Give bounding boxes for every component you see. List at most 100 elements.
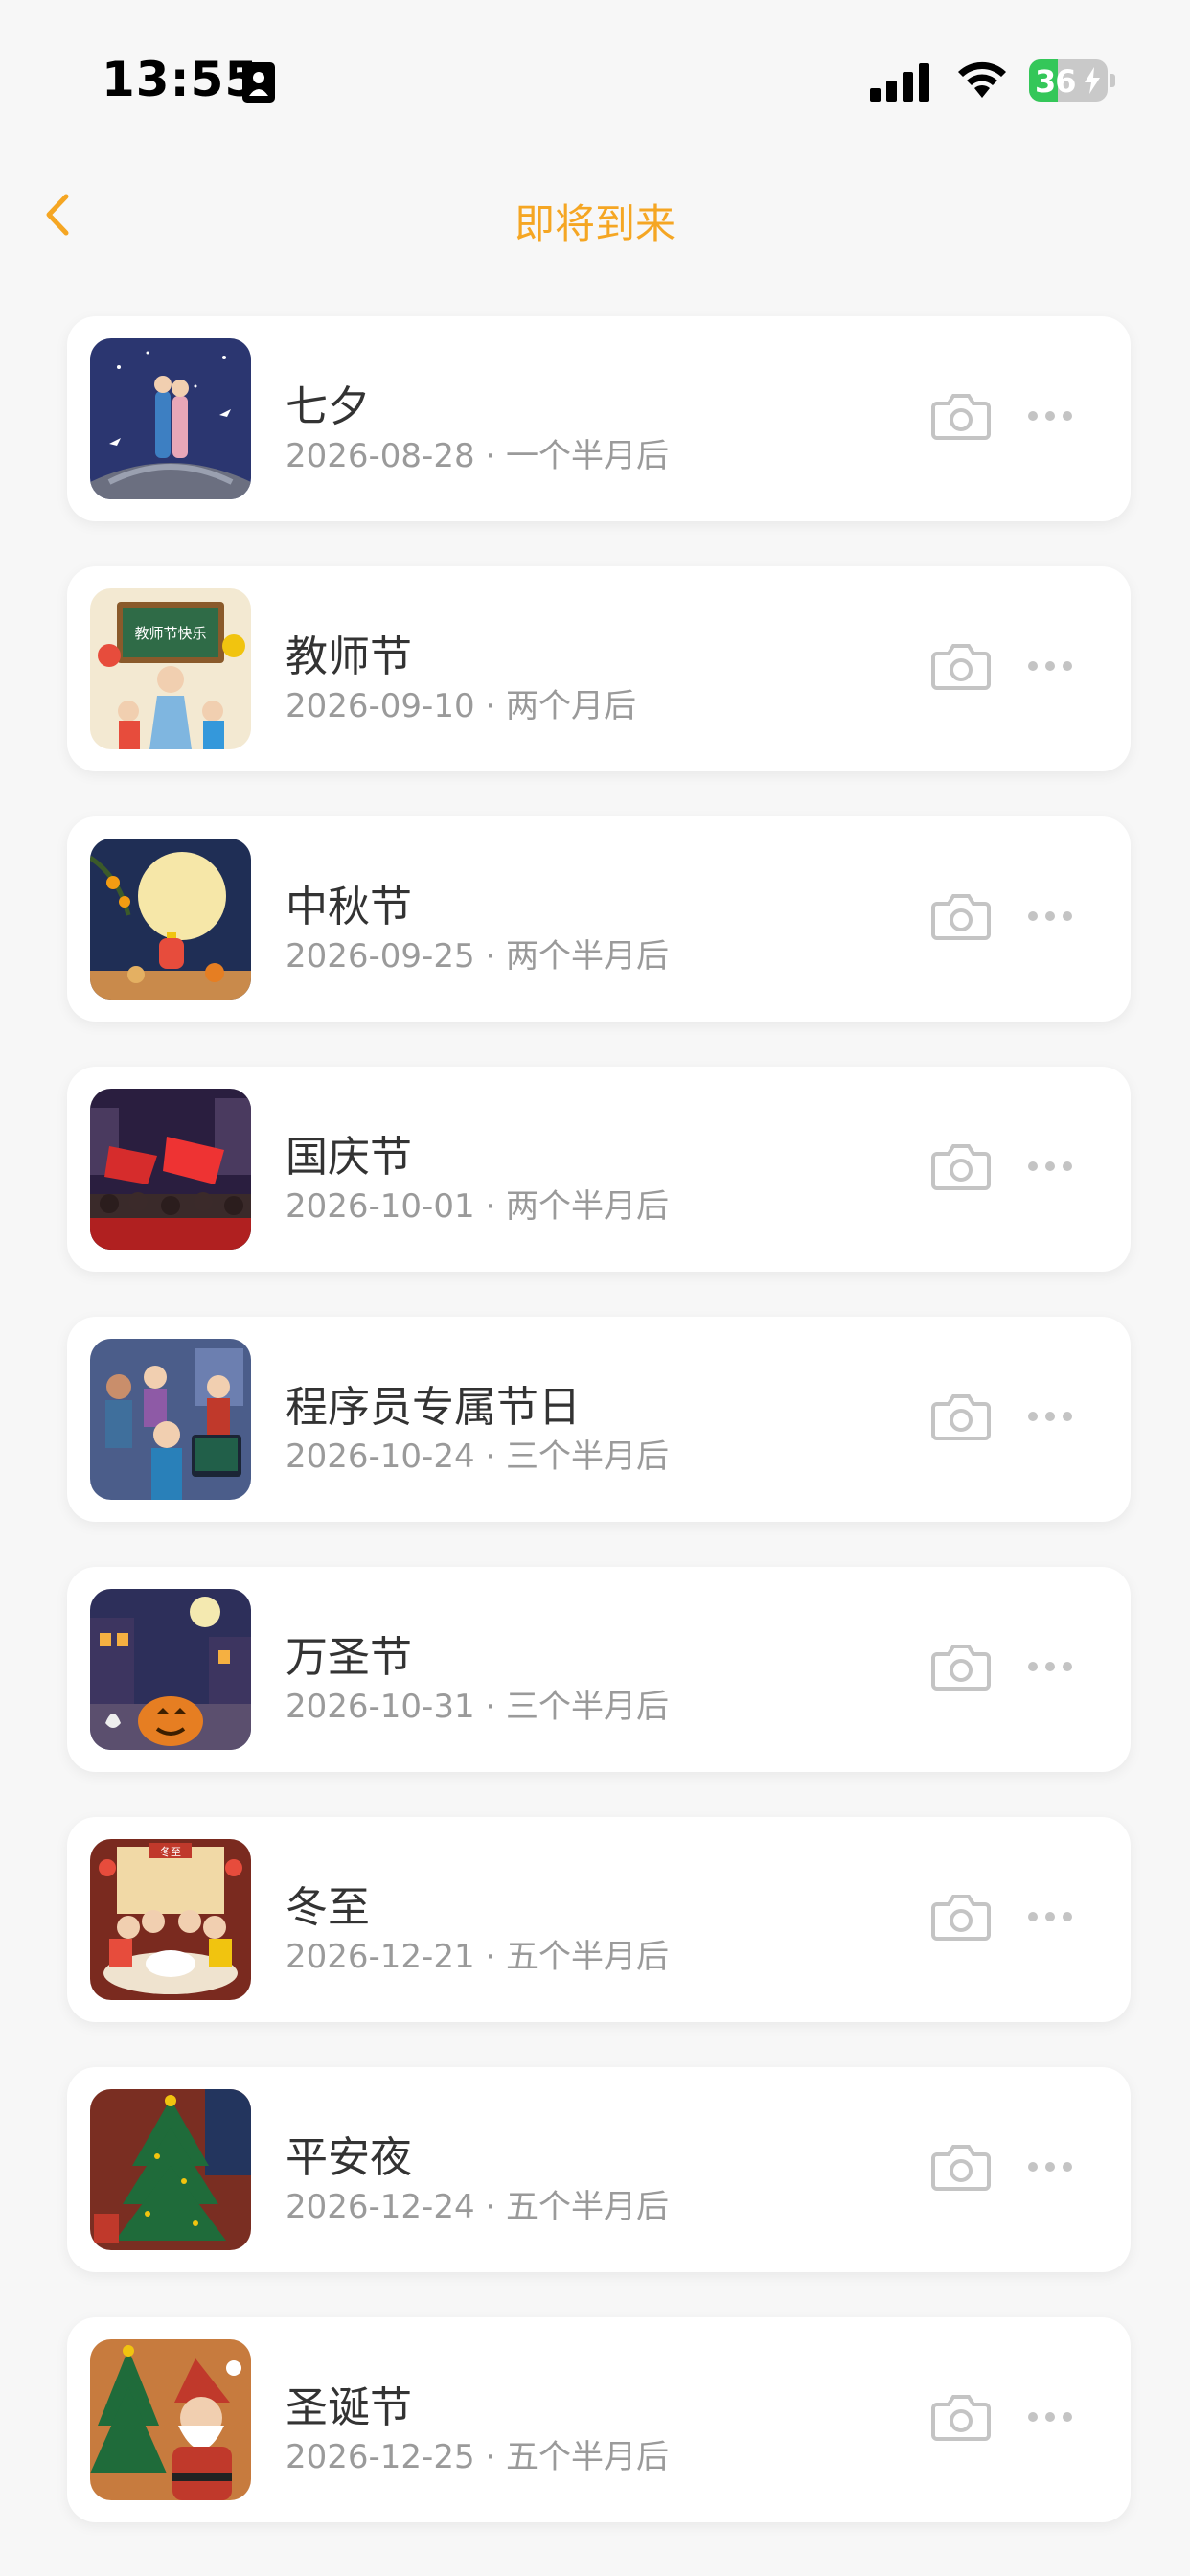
event-name: 国庆节 [286, 1133, 412, 1182]
more-button[interactable] [1023, 1894, 1077, 1940]
event-date: 2026-08-28 [286, 437, 475, 475]
camera-button[interactable] [929, 1388, 993, 1445]
event-subtitle: 2026-08-28 · 一个半月后 [286, 437, 670, 475]
more-button[interactable] [1023, 893, 1077, 939]
event-name: 万圣节 [286, 1633, 412, 1682]
event-relative-time: 两个半月后 [506, 937, 670, 976]
event-relative-time: 三个半月后 [506, 1438, 670, 1476]
camera-button[interactable] [929, 1638, 993, 1695]
camera-icon [931, 2395, 991, 2441]
camera-icon [931, 1144, 991, 1190]
status-time: 13:55 [102, 52, 260, 107]
more-dots-icon [1028, 2412, 1072, 2422]
more-dots-icon [1028, 1412, 1072, 1421]
event-card[interactable]: 国庆节 2026-10-01 · 两个半月后 [67, 1067, 1131, 1272]
event-subtitle: 2026-09-25 · 两个半月后 [286, 937, 670, 976]
event-card[interactable]: 七夕 2026-08-28 · 一个半月后 [67, 316, 1131, 521]
event-date: 2026-10-24 [286, 1438, 475, 1476]
event-card[interactable]: 冬至 冬至 2026-12-21 · 五个半月后 [67, 1817, 1131, 2022]
more-button[interactable] [1023, 2144, 1077, 2190]
event-relative-time: 两个半月后 [506, 1187, 670, 1226]
event-subtitle: 2026-12-24 · 五个半月后 [286, 2188, 670, 2226]
more-dots-icon [1028, 2162, 1072, 2172]
event-card[interactable]: 万圣节 2026-10-31 · 三个半月后 [67, 1567, 1131, 1772]
event-relative-time: 五个半月后 [506, 2438, 670, 2476]
event-relative-time: 五个半月后 [506, 1938, 670, 1976]
event-name: 冬至 [286, 1883, 370, 1932]
event-relative-time: 三个半月后 [506, 1688, 670, 1726]
event-card[interactable]: 圣诞节 2026-12-25 · 五个半月后 [67, 2317, 1131, 2522]
camera-icon [931, 2145, 991, 2191]
camera-button[interactable] [929, 637, 993, 695]
event-subtitle: 2026-10-31 · 三个半月后 [286, 1688, 670, 1726]
event-thumbnail: 教师节快乐 [90, 588, 251, 749]
programmers-day-illustration [90, 1339, 251, 1500]
camera-button[interactable] [929, 1888, 993, 1945]
event-thumbnail [90, 338, 251, 499]
event-date: 2026-12-25 [286, 2438, 475, 2476]
winter-solstice-dumplings-illustration: 冬至 [90, 1839, 251, 2000]
event-list: 七夕 2026-08-28 · 一个半月后 教师节快乐 教师节 2026-09-… [67, 316, 1131, 2567]
more-dots-icon [1028, 411, 1072, 421]
event-card[interactable]: 程序员专属节日 2026-10-24 · 三个半月后 [67, 1317, 1131, 1522]
event-name: 中秋节 [286, 883, 412, 932]
event-name: 程序员专属节日 [286, 1383, 581, 1432]
more-button[interactable] [1023, 2394, 1077, 2440]
event-subtitle: 2026-10-24 · 三个半月后 [286, 1438, 670, 1476]
event-subtitle: 2026-09-10 · 两个月后 [286, 687, 637, 725]
more-dots-icon [1028, 911, 1072, 921]
event-relative-time: 一个半月后 [506, 437, 670, 475]
event-subtitle: 2026-10-01 · 两个半月后 [286, 1187, 670, 1226]
event-thumbnail [90, 1589, 251, 1750]
event-date: 2026-12-24 [286, 2188, 475, 2226]
event-thumbnail [90, 1339, 251, 1500]
battery-level: 36 [1035, 63, 1077, 100]
christmas-santa-illustration [90, 2339, 251, 2500]
event-subtitle: 2026-12-21 · 五个半月后 [286, 1938, 670, 1976]
teachers-day-board-text: 教师节快乐 [134, 625, 206, 642]
event-card[interactable]: 教师节快乐 教师节 2026-09-10 · 两个月后 [67, 566, 1131, 771]
more-button[interactable] [1023, 1143, 1077, 1189]
more-button[interactable] [1023, 1644, 1077, 1690]
event-relative-time: 两个月后 [506, 687, 637, 725]
cellular-signal-icon [870, 63, 929, 102]
national-day-flags-illustration [90, 1089, 251, 1250]
camera-icon [931, 1644, 991, 1690]
camera-button[interactable] [929, 387, 993, 445]
page-title: 即将到来 [514, 200, 675, 247]
christmas-eve-tree-illustration [90, 2089, 251, 2250]
camera-icon [931, 644, 991, 690]
wifi-icon [958, 61, 1006, 98]
more-dots-icon [1028, 1162, 1072, 1171]
event-date: 2026-09-25 [286, 937, 475, 976]
more-button[interactable] [1023, 1393, 1077, 1439]
event-thumbnail: 冬至 [90, 1839, 251, 2000]
event-thumbnail [90, 2089, 251, 2250]
camera-icon [931, 394, 991, 440]
battery-charging-icon: 36 [1029, 59, 1115, 102]
camera-button[interactable] [929, 2138, 993, 2196]
event-thumbnail [90, 2339, 251, 2500]
event-date: 2026-10-31 [286, 1688, 475, 1726]
event-relative-time: 五个半月后 [506, 2188, 670, 2226]
halloween-pumpkin-illustration [90, 1589, 251, 1750]
more-dots-icon [1028, 1912, 1072, 1921]
event-date: 2026-12-21 [286, 1938, 475, 1976]
camera-button[interactable] [929, 1138, 993, 1195]
more-dots-icon [1028, 661, 1072, 671]
qixi-couple-illustration [90, 338, 251, 499]
winter-solstice-sign-text: 冬至 [160, 1845, 181, 1858]
camera-icon [931, 1394, 991, 1440]
mid-autumn-moon-illustration [90, 839, 251, 1000]
more-dots-icon [1028, 1662, 1072, 1671]
camera-button[interactable] [929, 2388, 993, 2446]
event-card[interactable]: 平安夜 2026-12-24 · 五个半月后 [67, 2067, 1131, 2272]
more-button[interactable] [1023, 643, 1077, 689]
event-thumbnail [90, 839, 251, 1000]
event-name: 平安夜 [286, 2133, 412, 2182]
more-button[interactable] [1023, 393, 1077, 439]
event-card[interactable]: 中秋节 2026-09-25 · 两个半月后 [67, 816, 1131, 1022]
id-card-icon [242, 62, 275, 103]
event-thumbnail [90, 1089, 251, 1250]
camera-button[interactable] [929, 887, 993, 945]
